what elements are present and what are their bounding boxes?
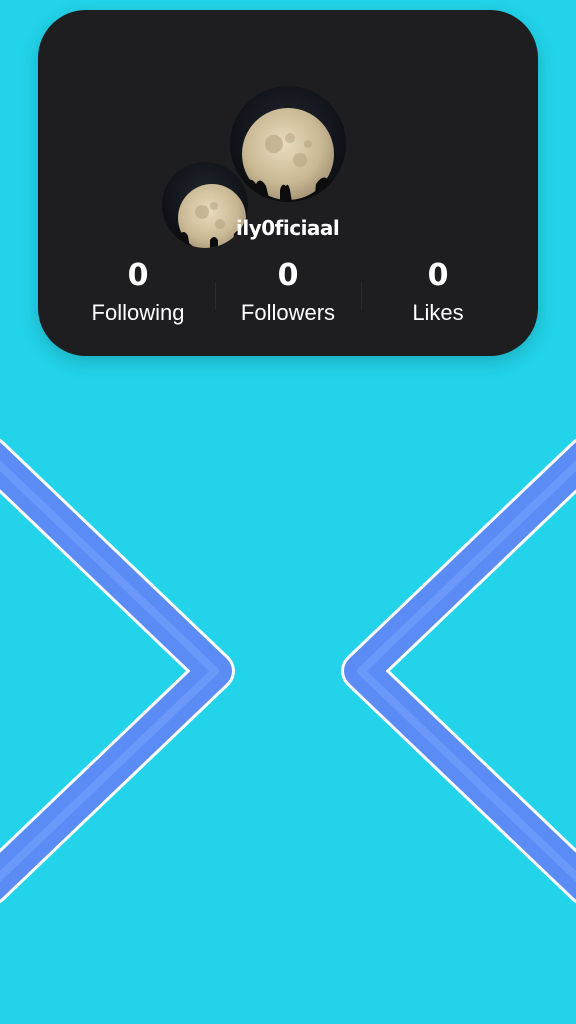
moon-avatar-icon (230, 86, 346, 202)
followers-stat[interactable]: 0 Followers (213, 256, 363, 326)
profile-avatar[interactable] (230, 86, 346, 202)
following-count: 0 (127, 258, 149, 293)
stats-divider (361, 282, 362, 310)
stats-row: 0 Following 0 Followers 0 Likes (38, 256, 538, 336)
username-label: ily0ficiaal (236, 216, 340, 240)
likes-count: 0 (427, 258, 449, 293)
chevron-right-icon (0, 438, 235, 904)
following-stat[interactable]: 0 Following (63, 256, 213, 326)
likes-label: Likes (412, 300, 464, 325)
followers-count: 0 (277, 258, 299, 293)
likes-stat[interactable]: 0 Likes (363, 256, 513, 326)
following-label: Following (91, 300, 185, 325)
followers-label: Followers (240, 300, 336, 325)
profile-card: ily0ficiaal 0 Following 0 Followers 0 Li… (38, 10, 538, 356)
chevron-left-icon (341, 438, 576, 904)
